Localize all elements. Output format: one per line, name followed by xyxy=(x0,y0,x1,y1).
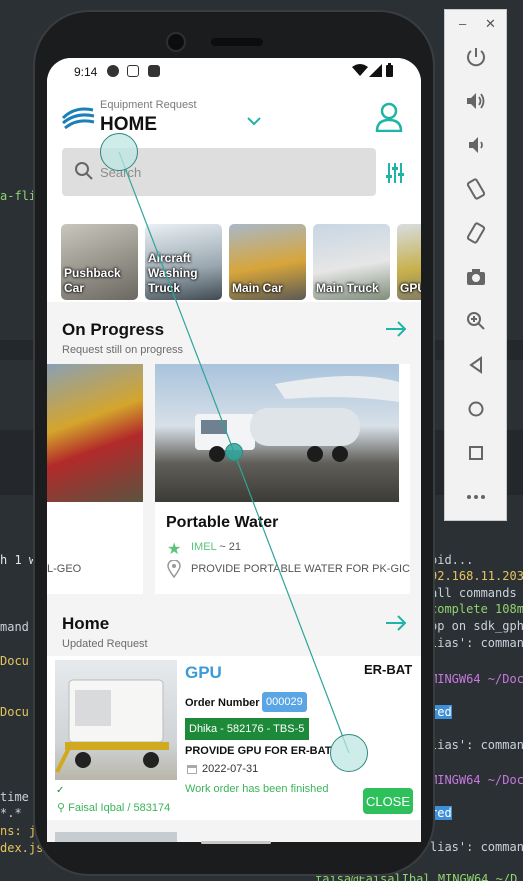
touch-point-mid xyxy=(225,443,243,461)
touch-point-end xyxy=(330,734,368,772)
touch-point-start xyxy=(100,133,138,171)
gesture-trace xyxy=(118,151,350,754)
